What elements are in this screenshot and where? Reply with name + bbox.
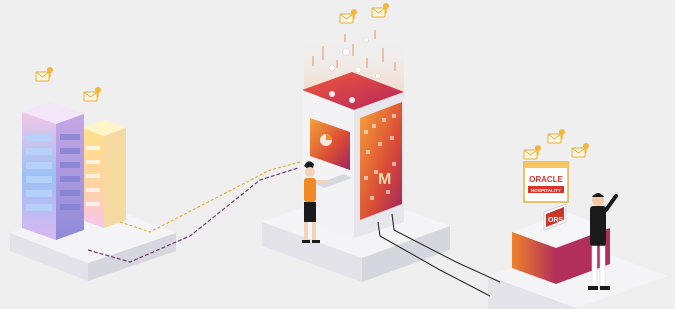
envelope-key-icon	[83, 86, 102, 102]
hospitality-logo-text: HOSPITALITY	[531, 188, 561, 193]
ors-label: ORS	[548, 217, 564, 224]
data-server: M	[302, 72, 404, 238]
hotel-tower-tall	[22, 102, 84, 240]
envelope-key-icon	[547, 128, 566, 144]
oracle-hospitality-sign: ORACLE HOSPITALITY	[523, 161, 569, 203]
oracle-logo-text: ORACLE	[529, 175, 563, 184]
envelope-key-icon	[371, 2, 390, 18]
envelope-key-icon	[35, 66, 54, 82]
hotel-tower-small	[82, 120, 126, 228]
monitor-mark: M	[378, 171, 391, 188]
envelope-key-icon	[523, 144, 542, 160]
envelope-key-icon	[339, 8, 358, 24]
integration-scene: M ORS ORACLE HOSPITALITY	[10, 2, 668, 309]
envelope-key-icon	[571, 142, 590, 158]
